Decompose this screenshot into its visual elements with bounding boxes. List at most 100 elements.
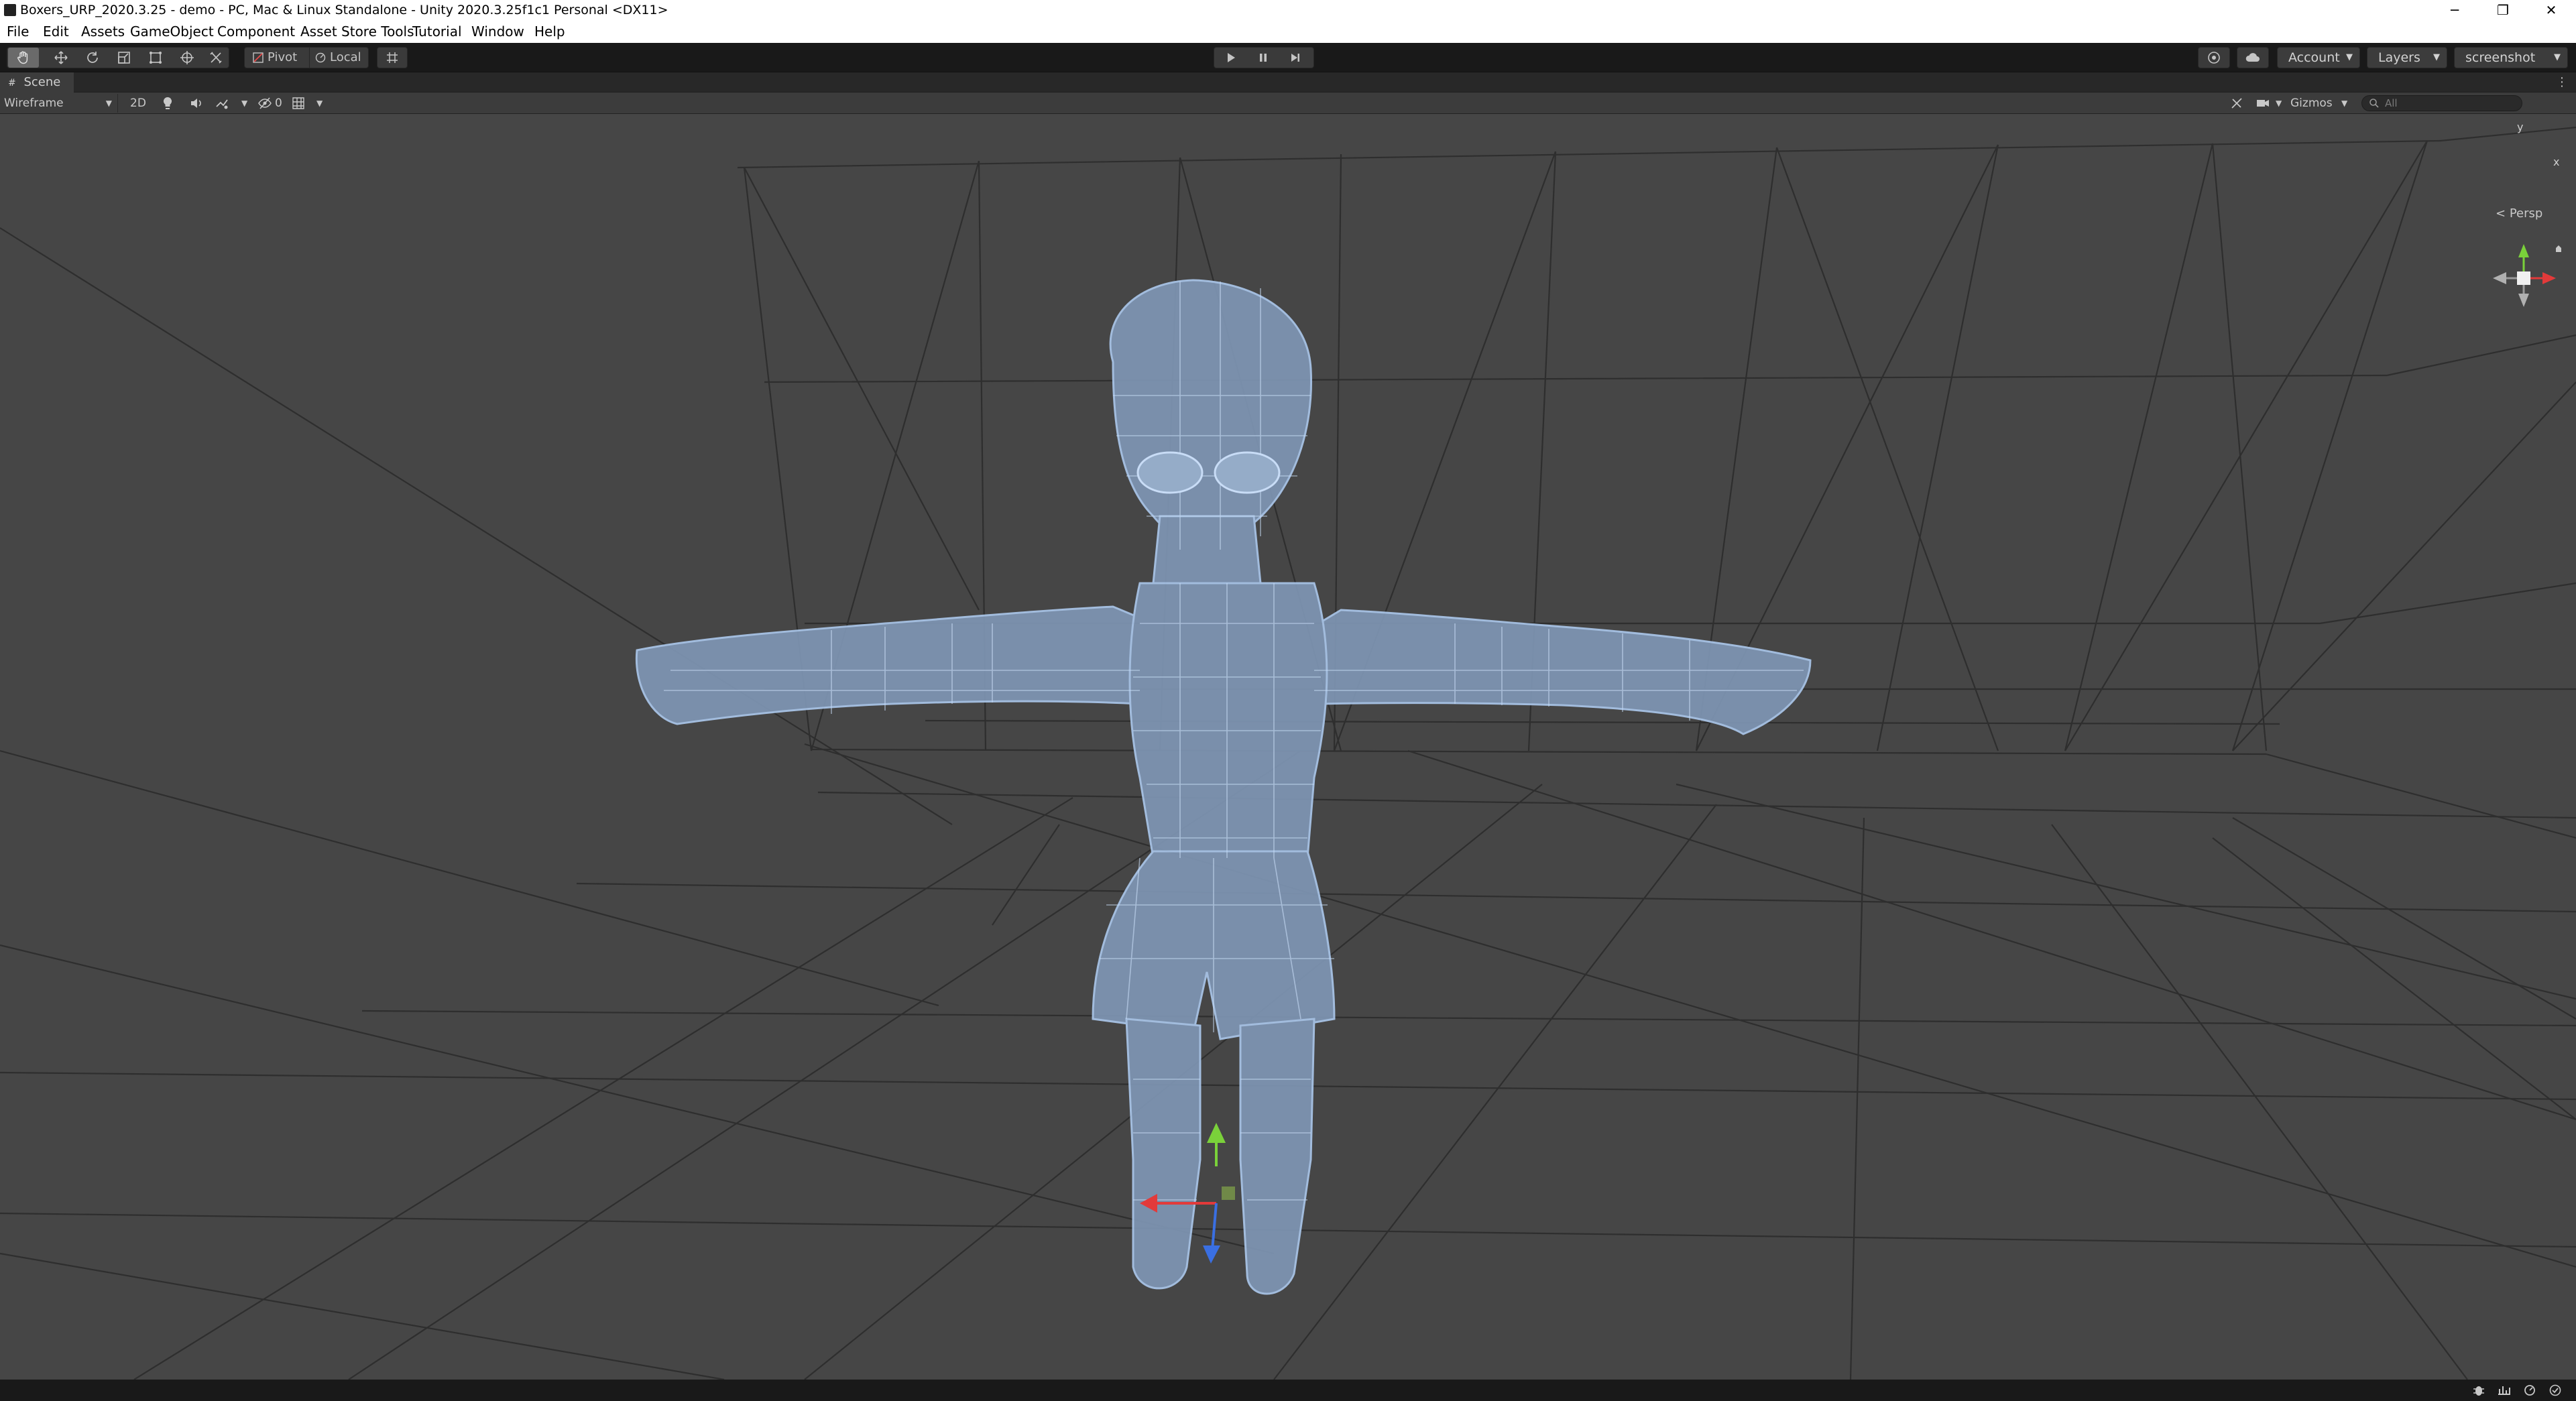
search-placeholder: All	[2385, 97, 2398, 109]
pivot-icon	[253, 52, 264, 63]
scene-view-toolbar: Wireframe ▼ 2D ▼ 0 ▼ ▼ Gizmos ▼ All	[0, 93, 2576, 114]
hidden-count: 0	[275, 97, 282, 110]
chevron-down-icon: ▼	[241, 99, 248, 108]
step-button[interactable]	[1280, 48, 1311, 68]
2d-mode-toggle[interactable]: 2D	[125, 94, 152, 113]
effects-dropdown[interactable]: ▼	[215, 94, 253, 113]
menu-help[interactable]: Help	[534, 20, 565, 43]
close-button[interactable]: ✕	[2528, 0, 2575, 20]
menu-edit[interactable]: Edit	[43, 20, 69, 43]
rect-transform-icon	[150, 52, 162, 64]
search-icon	[2369, 99, 2379, 108]
chevron-down-icon: ▼	[2276, 99, 2282, 108]
chevron-down-icon: ▼	[2341, 99, 2348, 108]
chevron-down-icon: ▼	[2554, 52, 2561, 62]
main-toolbar: Pivot Local Account ▼ Layers ▼ screensho…	[0, 43, 2576, 72]
transform-tools-group	[7, 47, 229, 68]
local-label: Local	[330, 50, 361, 64]
scene-tools-button[interactable]	[2230, 94, 2247, 113]
camera-dropdown[interactable]: ▼	[2256, 94, 2288, 113]
menu-bar: File Edit Assets GameObject Component As…	[0, 20, 2576, 43]
cloud-group	[2237, 47, 2269, 68]
scene-tab-bar: # Scene ⋮	[0, 72, 2576, 93]
play-button[interactable]	[1216, 48, 1246, 68]
projection-label: Persp	[2509, 206, 2543, 221]
pivot-toggle[interactable]: Pivot	[249, 48, 308, 68]
hand-tool-button[interactable]	[8, 48, 39, 68]
2d-label: 2D	[130, 97, 146, 110]
scene-canvas	[0, 126, 2576, 1380]
collab-button[interactable]	[2199, 48, 2229, 68]
grid-snapping-button[interactable]	[377, 48, 407, 68]
chevron-down-icon: ▼	[316, 99, 323, 108]
orientation-gizmo	[2493, 244, 2556, 307]
window-titlebar: Boxers_URP_2020.3.25 - demo - PC, Mac & …	[0, 0, 2576, 20]
collab-group	[2198, 47, 2230, 68]
scale-tool-button[interactable]	[109, 48, 139, 68]
hierarchy-search-input[interactable]: All	[2361, 95, 2522, 111]
rotate-icon	[87, 52, 98, 63]
menu-tutorial[interactable]: Tutorial	[412, 20, 462, 43]
account-dropdown[interactable]: Account ▼	[2277, 47, 2360, 68]
hidden-objects-toggle[interactable]: 0	[257, 94, 291, 113]
bug-icon[interactable]	[2471, 1384, 2486, 1397]
maximize-button[interactable]: ❐	[2479, 0, 2526, 20]
gizmo-x-label: x	[2553, 156, 2560, 168]
pause-icon	[1260, 54, 1267, 62]
draw-mode-label: Wireframe	[4, 97, 64, 110]
account-label: Account	[2288, 50, 2340, 65]
chevron-down-icon: ▼	[2433, 52, 2440, 62]
menu-assets[interactable]: Assets	[81, 20, 125, 43]
pivot-local-group: Pivot Local	[244, 47, 369, 68]
scene-viewport[interactable]: y x < Persp	[0, 114, 2576, 1380]
tab-menu-icon[interactable]: ⋮	[2556, 72, 2568, 93]
local-space-icon	[315, 52, 326, 63]
layers-dropdown[interactable]: Layers ▼	[2367, 47, 2447, 68]
projection-toggle[interactable]: < Persp	[2496, 206, 2542, 221]
minimize-button[interactable]: ─	[2431, 0, 2478, 20]
cloud-button[interactable]	[2237, 48, 2268, 68]
transform-tool-button[interactable]	[172, 48, 202, 68]
unity-logo-icon	[4, 4, 16, 16]
gizmos-dropdown[interactable]: Gizmos ▼	[2290, 94, 2351, 113]
rect-tool-button[interactable]	[140, 48, 171, 68]
custom-tool-button[interactable]	[203, 48, 229, 68]
auto-generate-lighting-icon[interactable]	[2548, 1384, 2563, 1397]
play-icon	[1228, 53, 1235, 62]
play-controls-group	[1214, 47, 1314, 68]
custom-tool-icon	[210, 52, 222, 64]
scale-icon	[118, 52, 130, 64]
local-toggle[interactable]: Local	[309, 48, 368, 68]
chevron-down-icon: ▼	[2346, 52, 2353, 62]
rotate-tool-button[interactable]	[77, 48, 108, 68]
gizmos-label: Gizmos	[2290, 97, 2333, 110]
grid-snap-icon	[387, 52, 398, 63]
layout-dropdown[interactable]: screenshot ▼	[2454, 47, 2568, 68]
effects-icon	[216, 99, 228, 109]
menu-file[interactable]: File	[7, 20, 29, 43]
lightbulb-icon	[163, 97, 172, 109]
layout-label: screenshot	[2465, 50, 2536, 65]
menu-gameobject[interactable]: GameObject	[130, 20, 214, 43]
tab-scene[interactable]: # Scene	[0, 72, 74, 93]
pivot-label: Pivot	[268, 50, 298, 64]
menu-window[interactable]: Window	[471, 20, 524, 43]
progress-icon[interactable]	[2522, 1384, 2537, 1397]
collab-icon	[2208, 52, 2220, 64]
menu-component[interactable]: Component	[217, 20, 295, 43]
grid-visibility-dropdown[interactable]: ▼	[291, 94, 330, 113]
eye-slash-icon	[258, 97, 272, 109]
menu-asset-store-tools[interactable]: Asset Store Tools	[300, 20, 414, 43]
scene-tab-label: Scene	[23, 75, 61, 89]
lighting-toggle[interactable]	[161, 94, 181, 113]
draw-mode-dropdown[interactable]: Wireframe ▼	[4, 94, 118, 113]
speaker-icon	[191, 99, 201, 108]
performance-icon[interactable]	[2497, 1384, 2512, 1397]
move-tool-button[interactable]	[46, 48, 76, 68]
window-title: Boxers_URP_2020.3.25 - demo - PC, Mac & …	[20, 3, 668, 17]
pause-button[interactable]	[1248, 48, 1279, 68]
audio-toggle[interactable]	[189, 94, 209, 113]
grid-snap-group	[377, 47, 408, 68]
scene-tab-icon: #	[8, 78, 16, 88]
gizmo-y-label: y	[2517, 121, 2524, 133]
